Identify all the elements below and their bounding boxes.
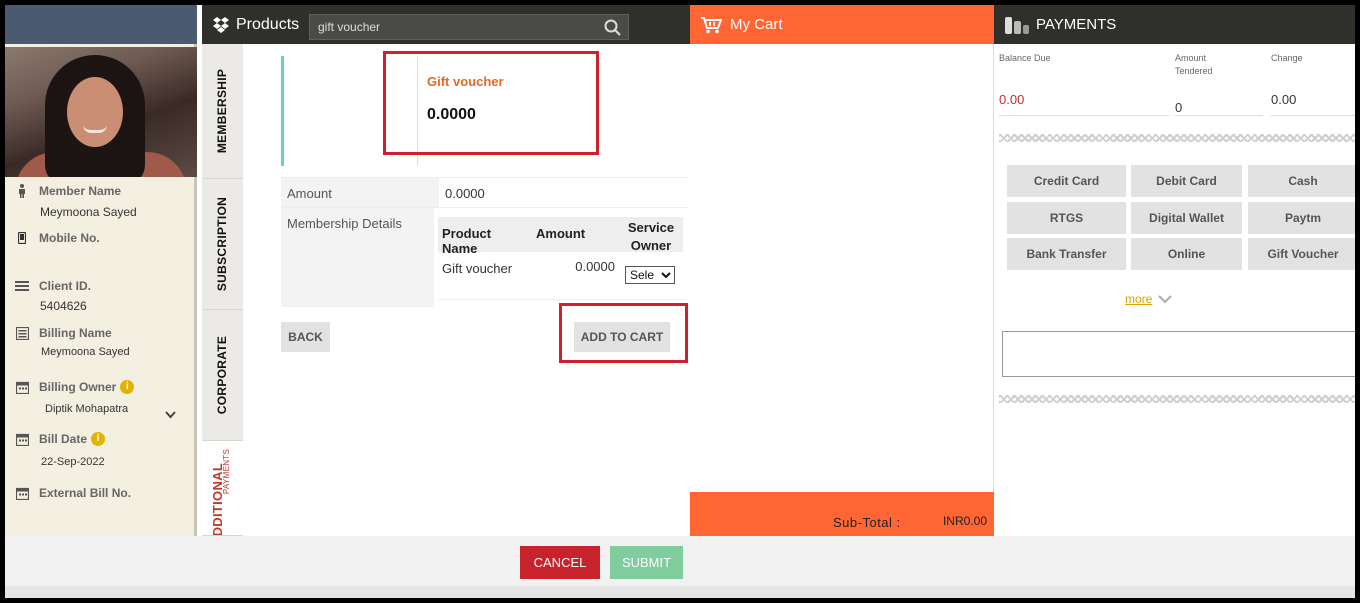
cart-header: My Cart — [690, 5, 994, 44]
person-icon — [15, 184, 29, 198]
client-id-value: 5404626 — [40, 299, 87, 313]
calendar-icon — [15, 486, 29, 500]
row-amount: 0.0000 — [575, 259, 615, 274]
col-amount: Amount — [536, 226, 586, 241]
amount-tendered-label: Amount Tendered — [1175, 53, 1213, 76]
bill-date-value[interactable]: 22-Sep-2022 — [41, 456, 190, 468]
col-service-owner: Service Owner — [627, 220, 675, 253]
search-icon[interactable] — [604, 19, 621, 36]
mobile-icon — [15, 231, 29, 245]
bill-date-label: Bill Date — [39, 432, 88, 446]
membership-details-row: Membership Details Product Name Amount S… — [281, 208, 689, 307]
amount-tendered[interactable]: Amount Tendered 0 — [1175, 52, 1263, 116]
subtotal-label: Sub-Total : — [833, 515, 901, 530]
details-table: Amount 0.0000 Membership Details Product… — [281, 177, 689, 307]
mobile-label: Mobile No. — [39, 231, 100, 245]
pay-method-rtgs[interactable]: RTGS — [1007, 202, 1126, 234]
calendar-icon — [15, 432, 29, 446]
membership-details-label: Membership Details — [281, 208, 434, 307]
mobile-field: Mobile No. — [15, 231, 190, 245]
payments-panel: Balance Due 0.00 Amount Tendered 0 Chang… — [994, 44, 1355, 536]
balance-due: Balance Due 0.00 — [999, 52, 1169, 116]
product-search[interactable] — [309, 14, 629, 40]
pay-method-digital-wallet[interactable]: Digital Wallet — [1131, 202, 1242, 234]
pay-method-credit-card[interactable]: Credit Card — [1007, 165, 1126, 197]
list-icon — [15, 279, 29, 293]
billing-owner-field[interactable]: Billing Owner i Diptik Mohapatra — [15, 380, 190, 419]
product-detail-panel: Gift voucher 0.0000 Amount 0.0000 Member… — [265, 44, 690, 536]
search-input[interactable] — [310, 15, 590, 39]
tab-additional-payments[interactable]: ADDITIONAL PAYMENTS — [202, 441, 243, 536]
billing-owner-label: Billing Owner — [39, 380, 117, 394]
more-link[interactable]: more — [1125, 292, 1152, 306]
subtotal-value: INR0.00 — [942, 514, 987, 528]
products-title: Products — [236, 15, 300, 33]
divider — [999, 395, 1355, 403]
change-value: 0.00 — [1271, 92, 1297, 107]
balance-due-label: Balance Due — [999, 53, 1051, 63]
balance-due-value: 0.00 — [999, 92, 1025, 107]
dropbox-icon — [212, 16, 230, 34]
amount-tendered-value[interactable]: 0 — [1175, 100, 1182, 115]
member-name-value: Meymoona Sayed — [40, 205, 137, 219]
info-icon[interactable]: i — [120, 380, 135, 394]
amount-value: 0.0000 — [445, 186, 485, 201]
app-window: Member Name Meymoona Sayed Mobile No. Cl… — [5, 5, 1355, 598]
pay-method-online[interactable]: Online — [1131, 238, 1242, 270]
cancel-button[interactable]: CANCEL — [520, 546, 600, 579]
amount-label: Amount — [281, 178, 439, 207]
chevron-down-icon[interactable] — [165, 408, 176, 422]
member-name-field: Member Name Meymoona Sayed — [15, 184, 190, 219]
member-photo — [5, 47, 197, 177]
tab-corporate[interactable]: CORPORATE — [202, 310, 243, 441]
product-category-tabs: MEMBERSHIP SUBSCRIPTION CORPORATE ADDITI… — [202, 44, 243, 536]
bottom-action-bar: CANCEL SUBMIT — [5, 536, 1355, 598]
pay-method-cash[interactable]: Cash — [1248, 165, 1355, 197]
tab-membership[interactable]: MEMBERSHIP — [202, 44, 243, 179]
cart-footer: Sub-Total : INR0.00 — [690, 492, 994, 536]
cart-items-area — [690, 44, 994, 492]
member-panel: Member Name Meymoona Sayed Mobile No. Cl… — [5, 44, 197, 536]
external-bill-label: External Bill No. — [39, 486, 132, 500]
products-header: Products — [202, 5, 690, 44]
back-button[interactable]: BACK — [281, 322, 330, 352]
chevron-down-icon[interactable] — [1158, 294, 1173, 304]
amount-row: Amount 0.0000 — [281, 177, 689, 208]
change-label: Change — [1271, 53, 1303, 63]
member-name-label: Member Name — [39, 184, 122, 198]
more-payment-methods[interactable]: more — [1125, 292, 1173, 306]
coins-icon — [1004, 15, 1030, 35]
cart-title: My Cart — [730, 16, 783, 33]
payments-header: PAYMENTS — [994, 5, 1355, 44]
change: Change 0.00 — [1271, 52, 1355, 116]
client-id-field: Client ID. 5404626 — [15, 279, 190, 313]
cart-icon — [700, 16, 723, 34]
calendar-icon — [15, 380, 29, 394]
col-product-name: Product Name — [442, 226, 492, 256]
pay-method-paytm[interactable]: Paytm — [1248, 202, 1355, 234]
client-id-label: Client ID. — [39, 279, 92, 293]
submit-button[interactable]: SUBMIT — [610, 546, 683, 579]
service-owner-select[interactable]: Sele — [625, 266, 675, 284]
membership-table-header: Product Name Amount Service Owner — [438, 217, 683, 256]
payments-title: PAYMENTS — [1036, 16, 1117, 33]
highlight-box — [383, 51, 599, 155]
bill-date-field: Bill Date i 22-Sep-2022 — [15, 432, 190, 468]
table-row: Gift voucher 0.0000 Sele — [438, 252, 683, 300]
divider — [999, 134, 1355, 142]
billing-card-icon — [15, 326, 29, 340]
pay-method-gift-voucher[interactable]: Gift Voucher — [1248, 238, 1355, 270]
payment-note-input[interactable] — [1002, 331, 1355, 377]
pay-method-debit-card[interactable]: Debit Card — [1131, 165, 1242, 197]
row-product-name: Gift voucher — [442, 261, 513, 276]
tab-subscription[interactable]: SUBSCRIPTION — [202, 179, 243, 310]
billing-name-label: Billing Name — [39, 326, 112, 340]
left-header-bar — [5, 5, 197, 44]
highlight-box — [559, 303, 688, 363]
billing-name-value: Meymoona Sayed — [41, 346, 130, 358]
external-bill-field: External Bill No. — [15, 486, 190, 500]
billing-name-field: Billing Name Meymoona Sayed — [15, 326, 190, 358]
pay-method-bank-transfer[interactable]: Bank Transfer — [1007, 238, 1126, 270]
info-icon[interactable]: i — [91, 432, 106, 446]
